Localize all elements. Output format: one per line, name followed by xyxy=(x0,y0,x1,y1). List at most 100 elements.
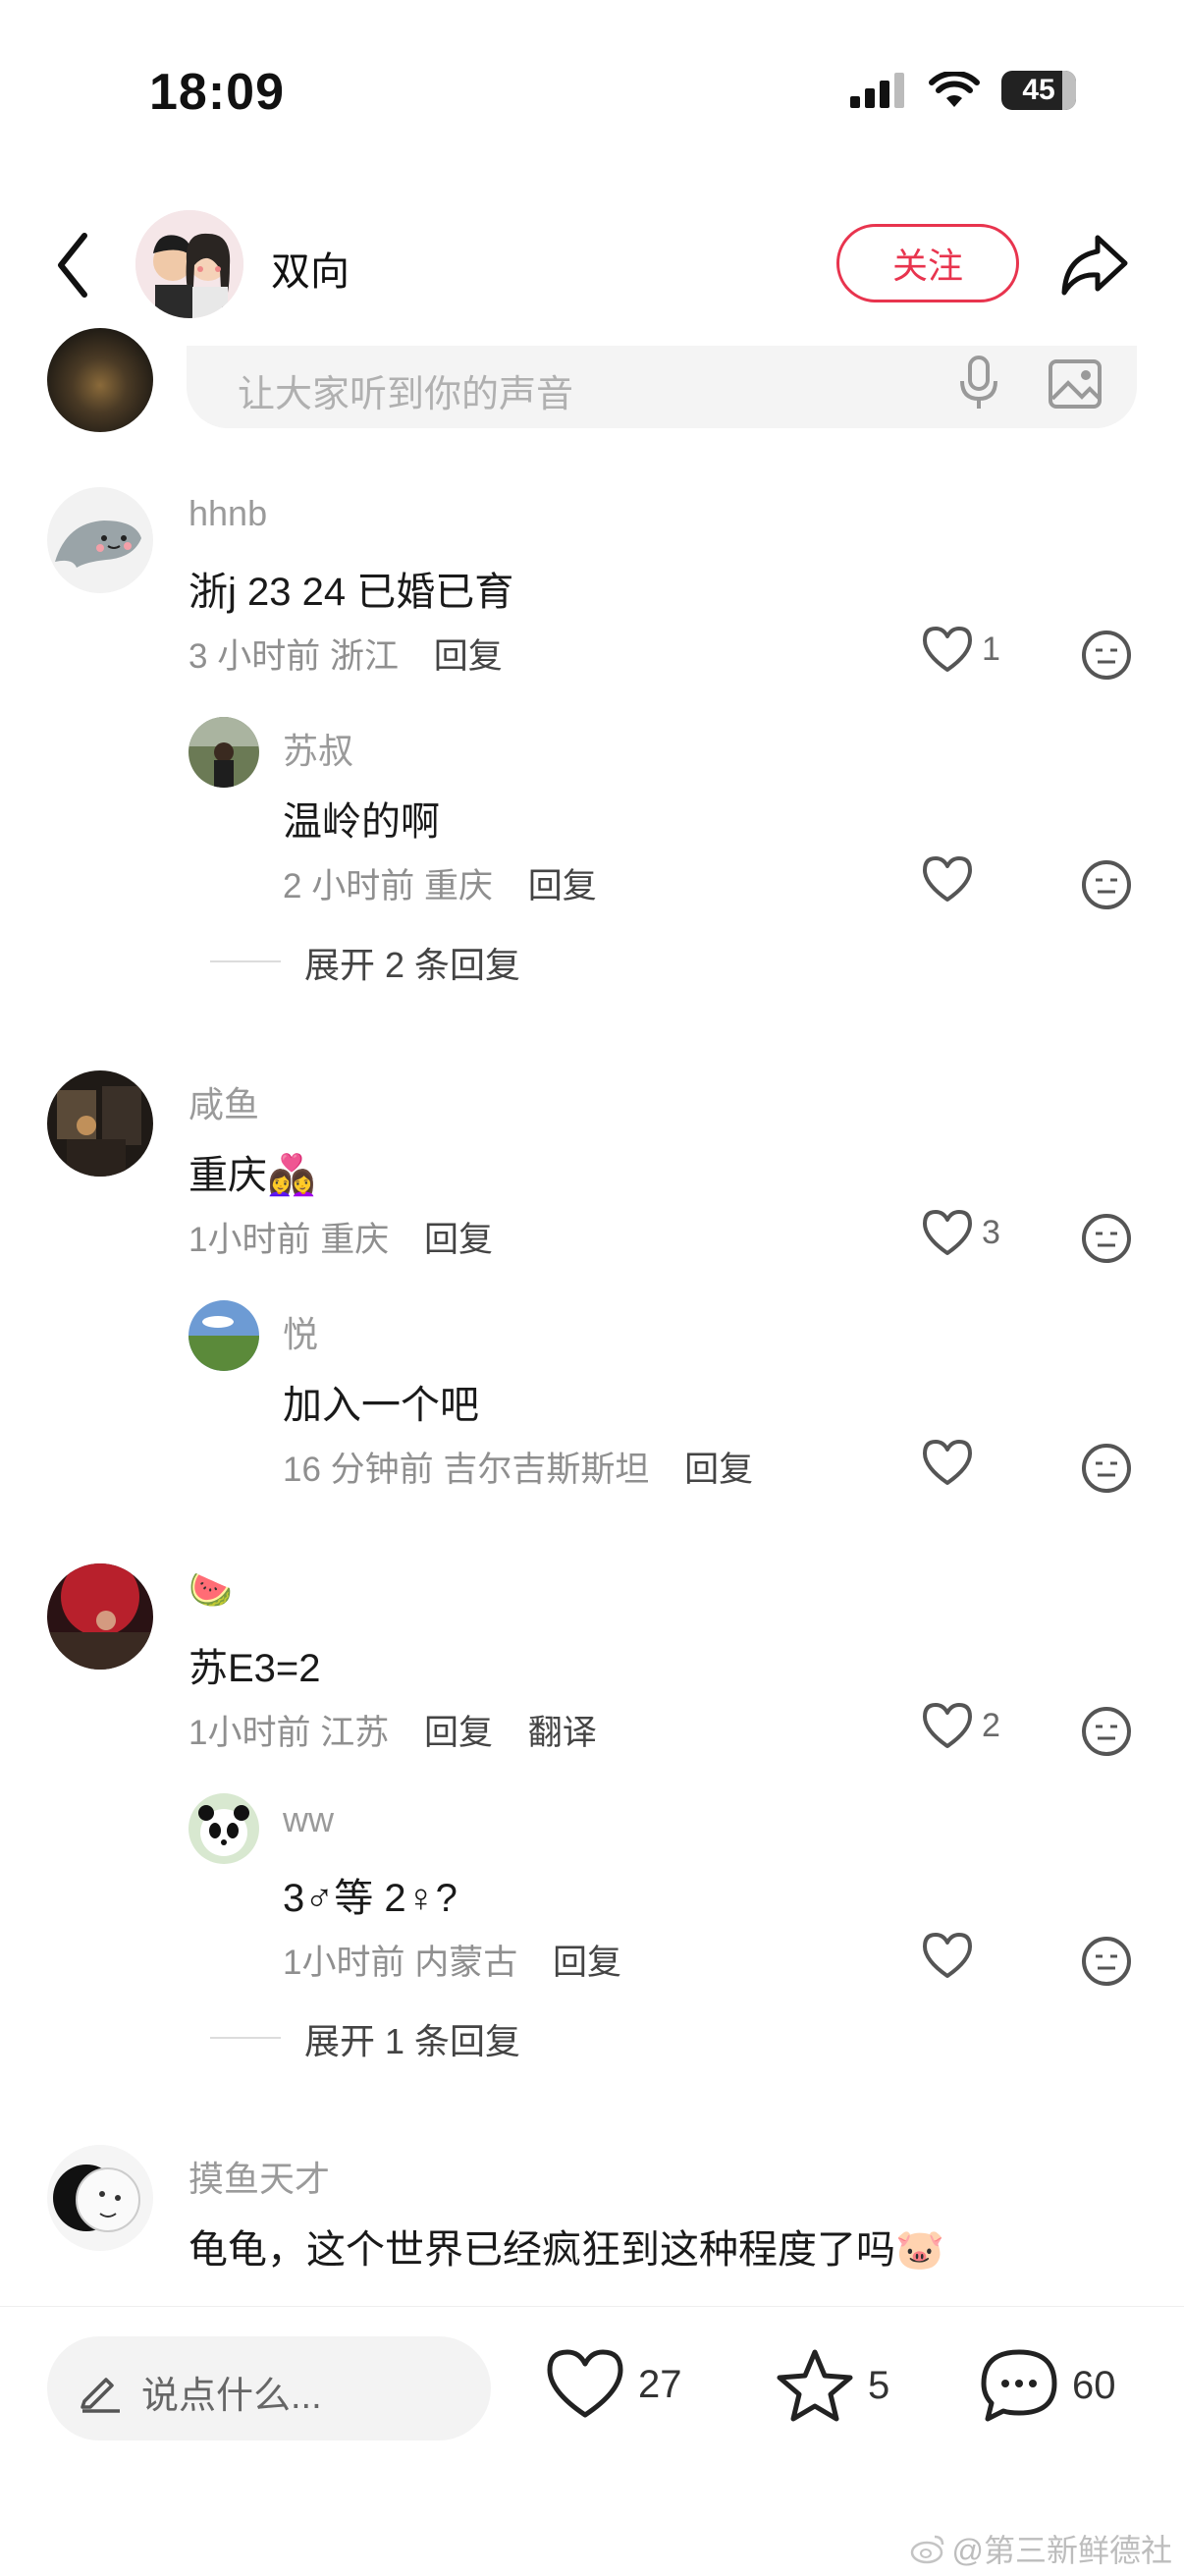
expand-divider xyxy=(210,2037,281,2039)
dislike-icon[interactable] xyxy=(1080,1705,1133,1758)
reply-user-name[interactable]: 悦 xyxy=(283,1306,318,1357)
say-input-placeholder: 说点什么... xyxy=(141,2376,322,2417)
reply-location: 吉尔吉斯斯坦 xyxy=(443,1451,650,1489)
reply-meta: 16 分钟前 吉尔吉斯斯坦 回复 xyxy=(283,1442,753,1492)
post-like-count: 27 xyxy=(638,2362,682,2406)
battery-level: 45 xyxy=(1022,74,1055,106)
comment-text: 浙j 23 24 已婚已育 xyxy=(188,571,514,614)
post-comment-button[interactable]: 60 xyxy=(980,2348,1116,2423)
reply-avatar[interactable] xyxy=(188,1300,259,1371)
comment-bubble-icon xyxy=(981,2349,1057,2422)
reply-avatar[interactable] xyxy=(188,1793,259,1864)
dislike-icon[interactable] xyxy=(1080,629,1133,682)
avatar[interactable] xyxy=(47,2145,153,2251)
post-star-button[interactable]: 5 xyxy=(776,2348,889,2423)
watermark-text: @第三新鲜德社 xyxy=(951,2533,1173,2568)
avatar[interactable] xyxy=(47,487,153,593)
status-bar: 18:09 45 xyxy=(0,0,1184,187)
comment-time: 1小时前 xyxy=(188,1714,311,1752)
avatar[interactable] xyxy=(47,1070,153,1177)
comment-user-name[interactable]: 咸鱼 xyxy=(188,1076,259,1127)
wifi-icon xyxy=(929,72,980,107)
comment-input-row: 让大家听到你的声音 xyxy=(0,328,1184,434)
post-comment-count: 60 xyxy=(1072,2363,1116,2407)
like-button[interactable]: 2 xyxy=(921,1701,1000,1750)
signal-icon xyxy=(850,73,904,108)
comment-text: 龟龟，这个世界已经疯狂到这种程度了吗🐷 xyxy=(188,2228,944,2272)
share-icon[interactable] xyxy=(1058,232,1129,299)
expand-divider xyxy=(210,960,281,962)
comment-meta: 3 小时前 浙江 回复 xyxy=(188,629,503,679)
comment-location: 江苏 xyxy=(320,1714,390,1752)
dislike-icon[interactable] xyxy=(1080,1935,1133,1988)
reply-button[interactable]: 回复 xyxy=(553,1944,621,1982)
reply-user-name[interactable]: ww xyxy=(283,1799,334,1840)
like-button[interactable] xyxy=(921,854,974,904)
follow-button[interactable]: 关注 xyxy=(836,224,1019,302)
heart-icon xyxy=(923,627,972,672)
microphone-icon[interactable] xyxy=(954,354,1003,412)
weibo-icon xyxy=(910,2535,943,2564)
reply-button[interactable]: 回复 xyxy=(424,1221,493,1259)
reply-time: 16 分钟前 xyxy=(283,1451,434,1489)
reply-text: 加入一个吧 xyxy=(283,1384,479,1427)
like-count: 1 xyxy=(982,630,1000,668)
like-button[interactable]: 3 xyxy=(921,1208,1000,1257)
say-input[interactable]: 说点什么... xyxy=(47,2336,491,2440)
comment-input[interactable]: 让大家听到你的声音 xyxy=(187,346,1137,428)
reply-button[interactable]: 回复 xyxy=(528,867,597,905)
header-avatar[interactable] xyxy=(135,210,243,318)
comment-user-name[interactable]: 摸鱼天才 xyxy=(188,2151,330,2202)
reply-time: 1小时前 xyxy=(283,1944,405,1982)
battery-icon: 45 xyxy=(1001,71,1076,110)
comment-location: 重庆 xyxy=(320,1221,390,1259)
my-avatar xyxy=(47,328,153,432)
like-button[interactable] xyxy=(921,1438,974,1487)
reply-avatar[interactable] xyxy=(188,717,259,788)
comment-time: 3 小时前 xyxy=(188,637,321,676)
header: 双向 关注 xyxy=(0,196,1184,334)
heart-icon xyxy=(547,2349,623,2418)
heart-icon xyxy=(923,1703,972,1748)
pencil-icon xyxy=(81,2378,120,2413)
dislike-icon[interactable] xyxy=(1080,1212,1133,1265)
status-time: 18:09 xyxy=(149,64,285,121)
reply-button[interactable]: 回复 xyxy=(424,1714,493,1752)
reply-meta: 2 小时前 重庆 回复 xyxy=(283,858,597,908)
comment-text: 重庆👩‍❤️‍👩 xyxy=(188,1154,316,1197)
reply-location: 内蒙古 xyxy=(414,1944,518,1982)
reply-text: 温岭的啊 xyxy=(283,800,440,844)
back-icon[interactable] xyxy=(47,228,106,302)
post-like-button[interactable]: 27 xyxy=(546,2348,682,2421)
heart-icon xyxy=(923,856,972,902)
comment-location: 浙江 xyxy=(329,637,399,676)
like-button[interactable] xyxy=(921,1931,974,1980)
dislike-icon[interactable] xyxy=(1080,858,1133,911)
status-icons: 45 xyxy=(850,71,1076,110)
star-icon xyxy=(777,2349,853,2422)
comment-user-name[interactable]: 🍉 xyxy=(188,1569,233,1611)
like-count: 3 xyxy=(982,1213,1000,1251)
comment-meta: 1小时前 重庆 回复 xyxy=(188,1212,493,1262)
heart-icon xyxy=(923,1210,972,1255)
watermark: @第三新鲜德社 xyxy=(909,2526,1173,2571)
reply-button[interactable]: 回复 xyxy=(684,1451,753,1489)
expand-replies-button[interactable]: 展开 1 条回复 xyxy=(304,2013,520,2064)
reply-button[interactable]: 回复 xyxy=(434,637,503,676)
reply-location: 重庆 xyxy=(423,867,493,905)
expand-replies-button[interactable]: 展开 2 条回复 xyxy=(304,937,520,988)
heart-icon xyxy=(923,1440,972,1485)
like-count: 2 xyxy=(982,1706,1000,1744)
header-user-name[interactable]: 双向 xyxy=(271,240,350,297)
comment-time: 1小时前 xyxy=(188,1221,311,1259)
post-star-count: 5 xyxy=(868,2363,890,2407)
avatar[interactable] xyxy=(47,1563,153,1670)
dislike-icon[interactable] xyxy=(1080,1442,1133,1495)
translate-button[interactable]: 翻译 xyxy=(528,1714,597,1752)
comment-user-name[interactable]: hhnb xyxy=(188,493,267,534)
reply-time: 2 小时前 xyxy=(283,867,415,905)
like-button[interactable]: 1 xyxy=(921,625,1000,674)
reply-user-name[interactable]: 苏叔 xyxy=(283,723,353,774)
image-icon[interactable] xyxy=(1047,356,1103,412)
heart-icon xyxy=(923,1933,972,1978)
